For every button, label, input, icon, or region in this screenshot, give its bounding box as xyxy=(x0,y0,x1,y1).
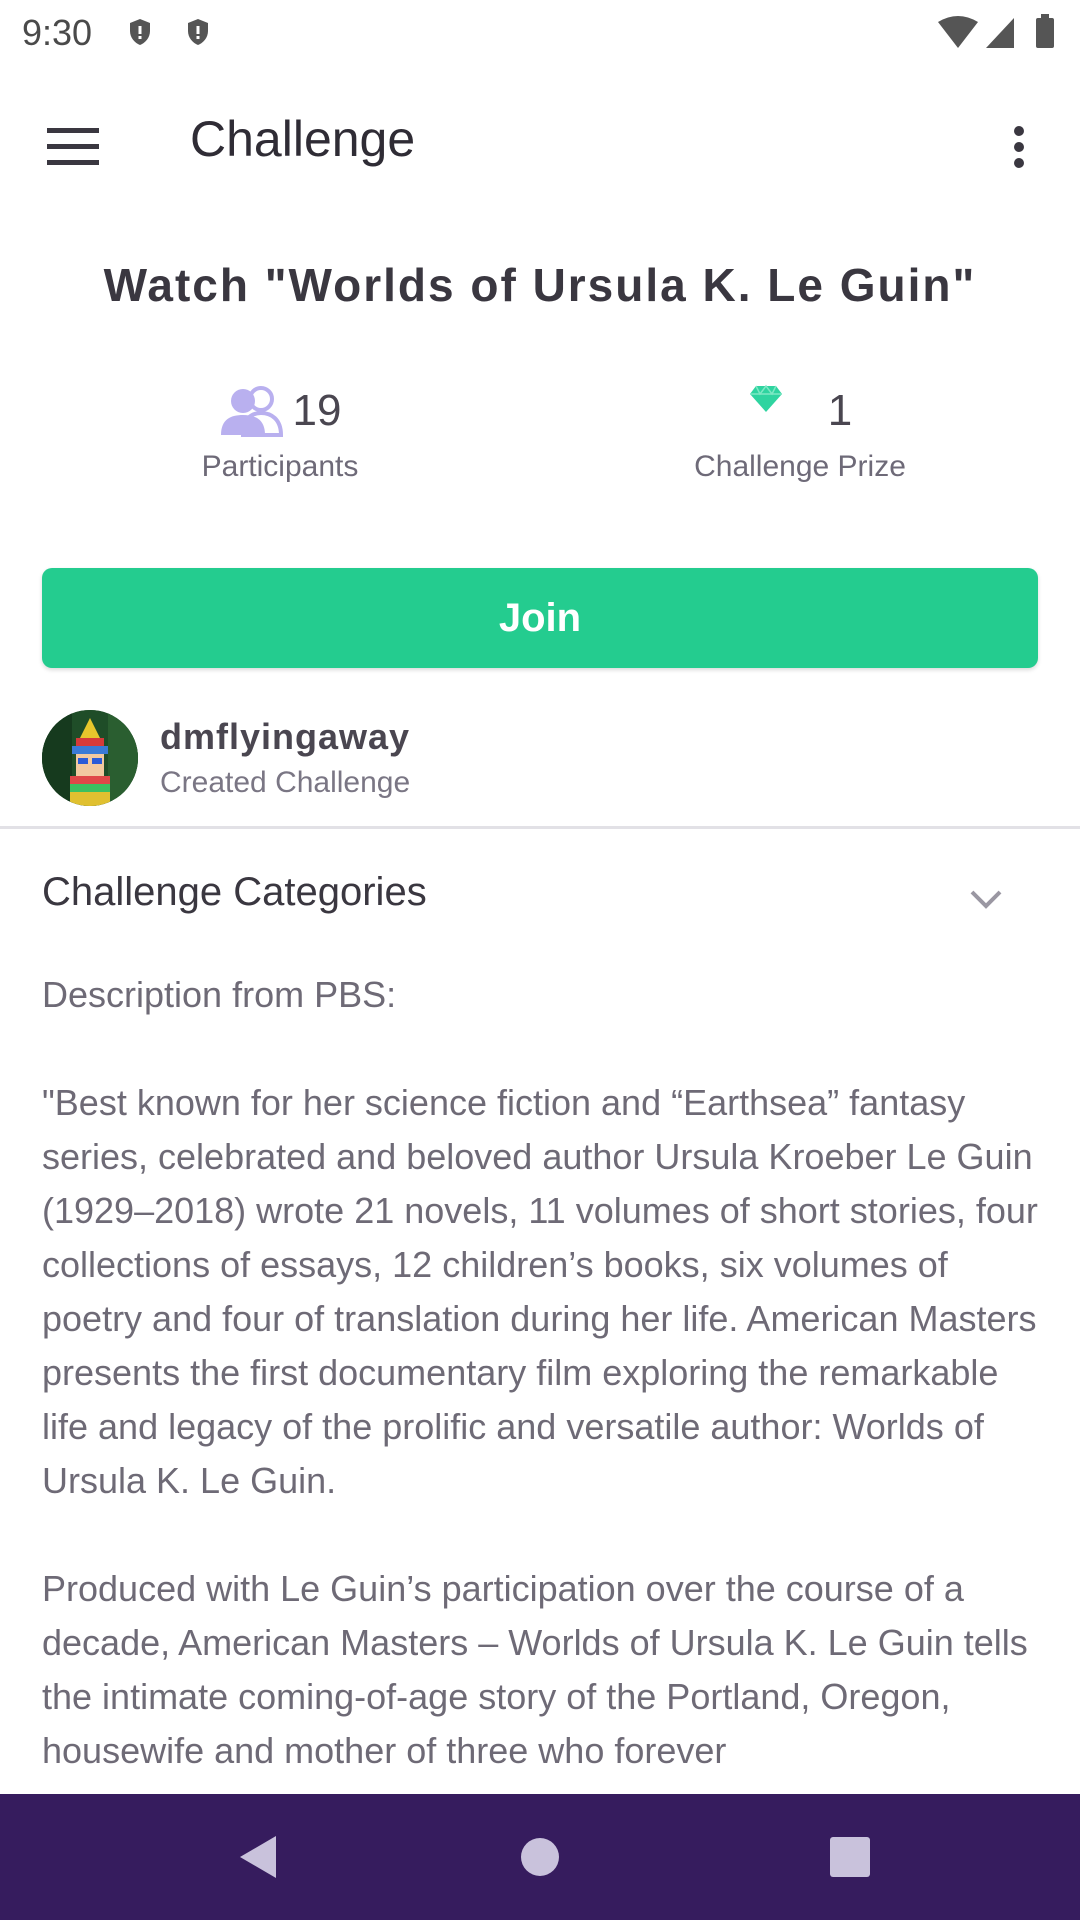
system-status-icons xyxy=(938,14,1054,48)
participants-stat: 19 Participants xyxy=(180,378,380,488)
hamburger-menu-icon[interactable] xyxy=(30,104,116,190)
participants-count: 19 xyxy=(292,386,342,435)
system-nav-bar xyxy=(0,1794,1080,1920)
more-vertical-icon[interactable] xyxy=(984,104,1054,190)
creator-row[interactable]: dmflyingaway Created Challenge xyxy=(42,710,1038,806)
creator-name[interactable]: dmflyingaway xyxy=(160,716,410,758)
participants-icon xyxy=(220,386,283,437)
wifi-icon xyxy=(938,16,978,48)
avatar[interactable] xyxy=(42,710,138,806)
creator-subtitle: Created Challenge xyxy=(160,766,411,799)
shield-icon xyxy=(188,19,208,45)
chevron-down-icon[interactable] xyxy=(964,878,1008,922)
signal-icon xyxy=(986,18,1014,48)
recents-icon[interactable] xyxy=(815,1822,885,1892)
challenge-categories-toggle[interactable]: Challenge Categories xyxy=(42,870,1038,934)
app-title: Challenge xyxy=(190,111,416,167)
challenge-description: Description from PBS: "Best known for he… xyxy=(42,974,1038,1771)
challenge-title: Watch "Worlds of Ursula K. Le Guin" xyxy=(103,259,977,311)
prize-count: 1 xyxy=(827,386,853,435)
shield-icon xyxy=(130,19,150,45)
participants-label: Participants xyxy=(201,450,359,483)
categories-label: Challenge Categories xyxy=(42,870,427,914)
app-bar: Challenge xyxy=(0,64,1080,214)
battery-icon xyxy=(1036,14,1054,48)
prize-stat: 1 Challenge Prize xyxy=(680,378,920,488)
status-time: 9:30 xyxy=(22,12,93,53)
gem-icon xyxy=(749,384,782,412)
status-bar: 9:30 xyxy=(0,0,1080,64)
back-icon[interactable] xyxy=(223,1822,293,1892)
join-button[interactable]: Join xyxy=(42,568,1038,668)
divider xyxy=(0,826,1080,829)
home-icon[interactable] xyxy=(505,1822,575,1892)
prize-label: Challenge Prize xyxy=(694,450,906,483)
